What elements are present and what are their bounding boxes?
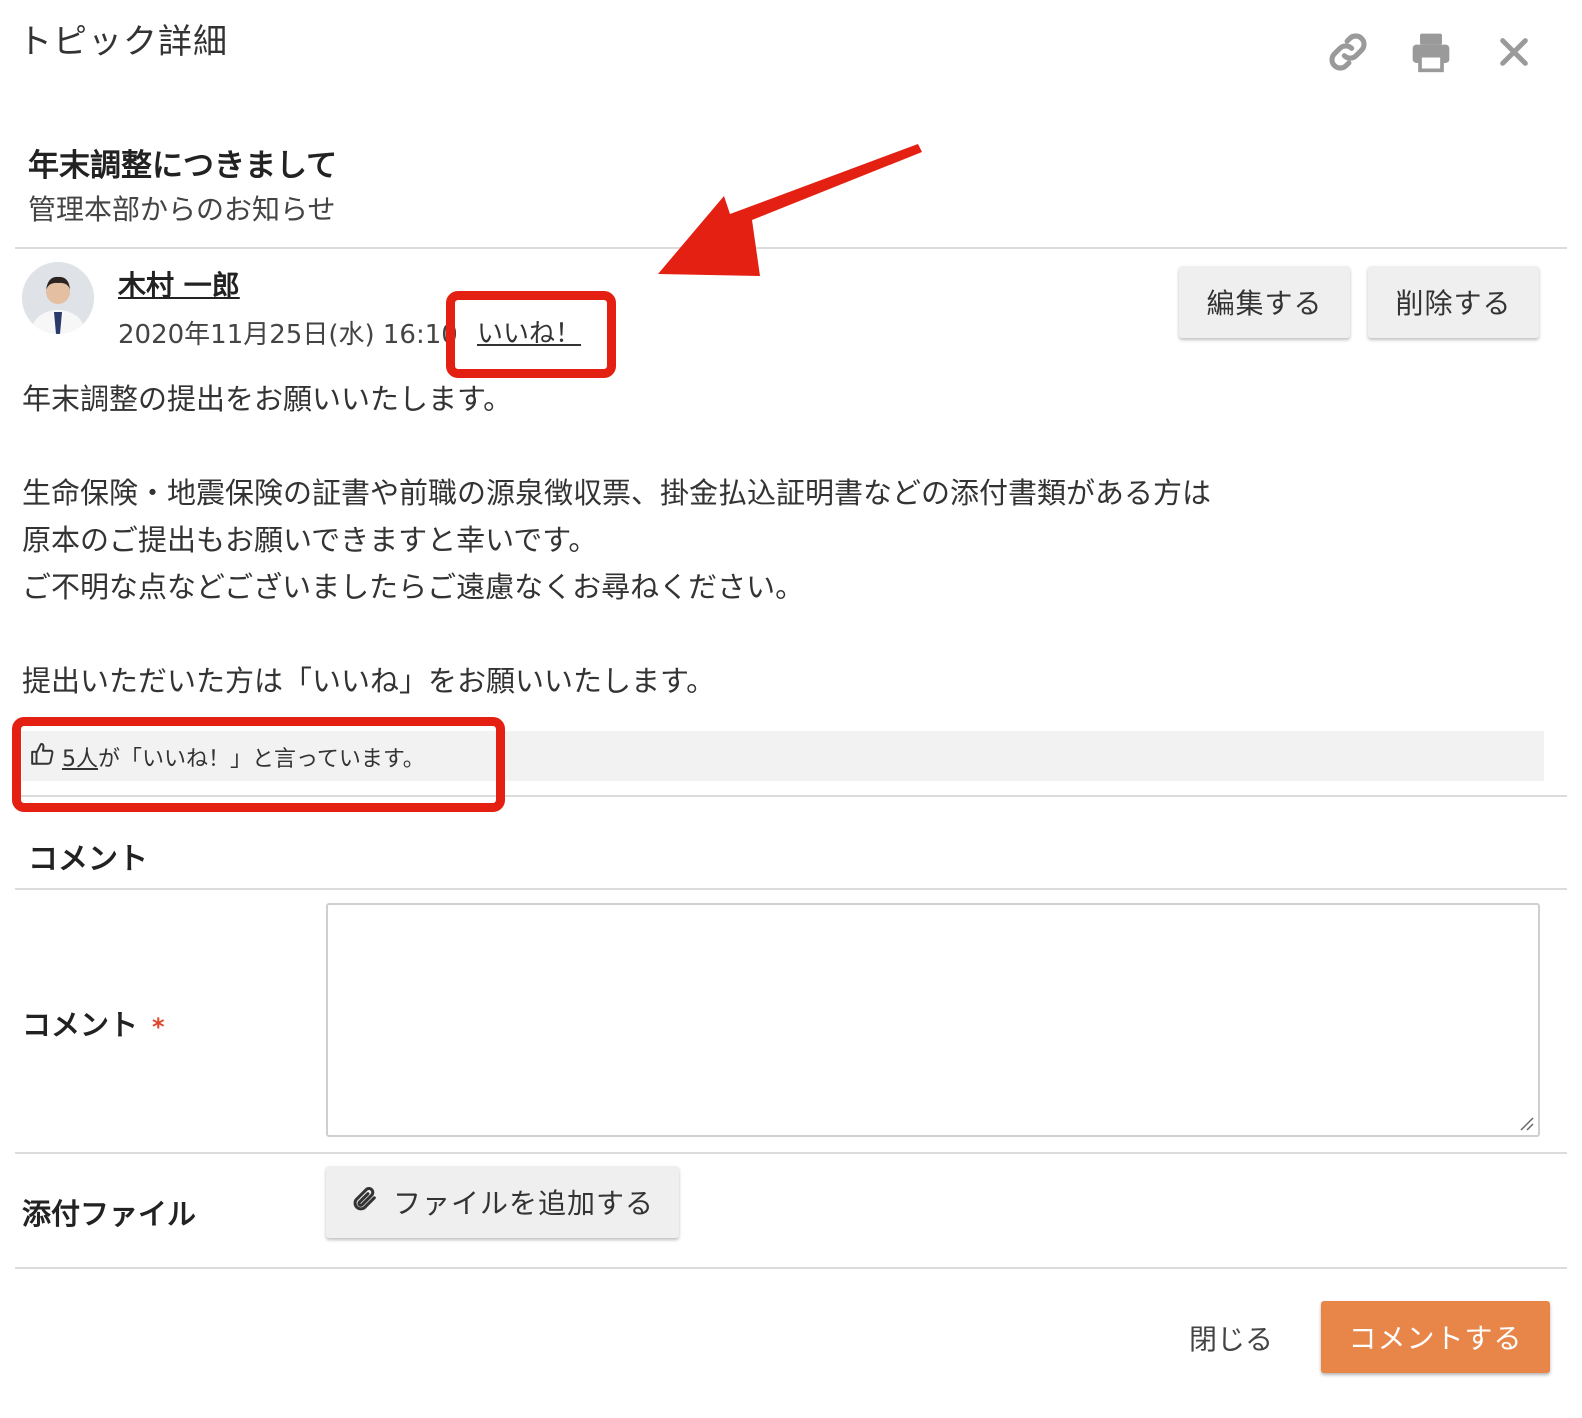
link-icon[interactable] — [1324, 28, 1372, 76]
post-datetime: 2020年11月25日(水) 16:10 — [118, 320, 458, 350]
annotation-box — [12, 717, 505, 812]
comment-field-label: コメント * — [22, 1002, 165, 1044]
post-body: 年末調整の提出をお願いいたします。 生命保険・地震保険の証書や前職の源泉徴収票、… — [22, 382, 1212, 698]
add-file-button[interactable]: ファイルを追加する — [326, 1166, 679, 1238]
edit-button[interactable]: 編集する — [1179, 266, 1350, 338]
comments-section-title: コメント — [28, 842, 148, 877]
author-name[interactable]: 木村 一郎 — [118, 264, 240, 304]
topic-subtitle: 管理本部からのお知らせ — [28, 193, 336, 226]
attachment-field-label: 添付ファイル — [22, 1197, 197, 1231]
resize-handle-icon[interactable] — [1518, 1115, 1534, 1131]
divider — [15, 1152, 1567, 1154]
annotation-arrow-icon — [658, 144, 922, 276]
print-icon[interactable] — [1407, 28, 1455, 76]
comment-label-text: コメント — [22, 1008, 139, 1042]
divider — [15, 1267, 1567, 1269]
topic-title: 年末調整につきまして — [28, 148, 338, 184]
delete-button[interactable]: 削除する — [1368, 266, 1539, 338]
close-icon[interactable] — [1490, 28, 1538, 76]
annotation-box — [446, 291, 616, 378]
paperclip-icon — [351, 1184, 379, 1221]
dialog-title: トピック詳細 — [18, 22, 228, 62]
add-file-label: ファイルを追加する — [392, 1187, 654, 1220]
close-button[interactable]: 閉じる — [1166, 1306, 1296, 1370]
avatar — [22, 262, 94, 334]
divider — [15, 888, 1567, 890]
submit-comment-button[interactable]: コメントする — [1321, 1301, 1550, 1373]
required-mark: * — [152, 1013, 165, 1041]
comment-textarea[interactable] — [326, 903, 1540, 1137]
